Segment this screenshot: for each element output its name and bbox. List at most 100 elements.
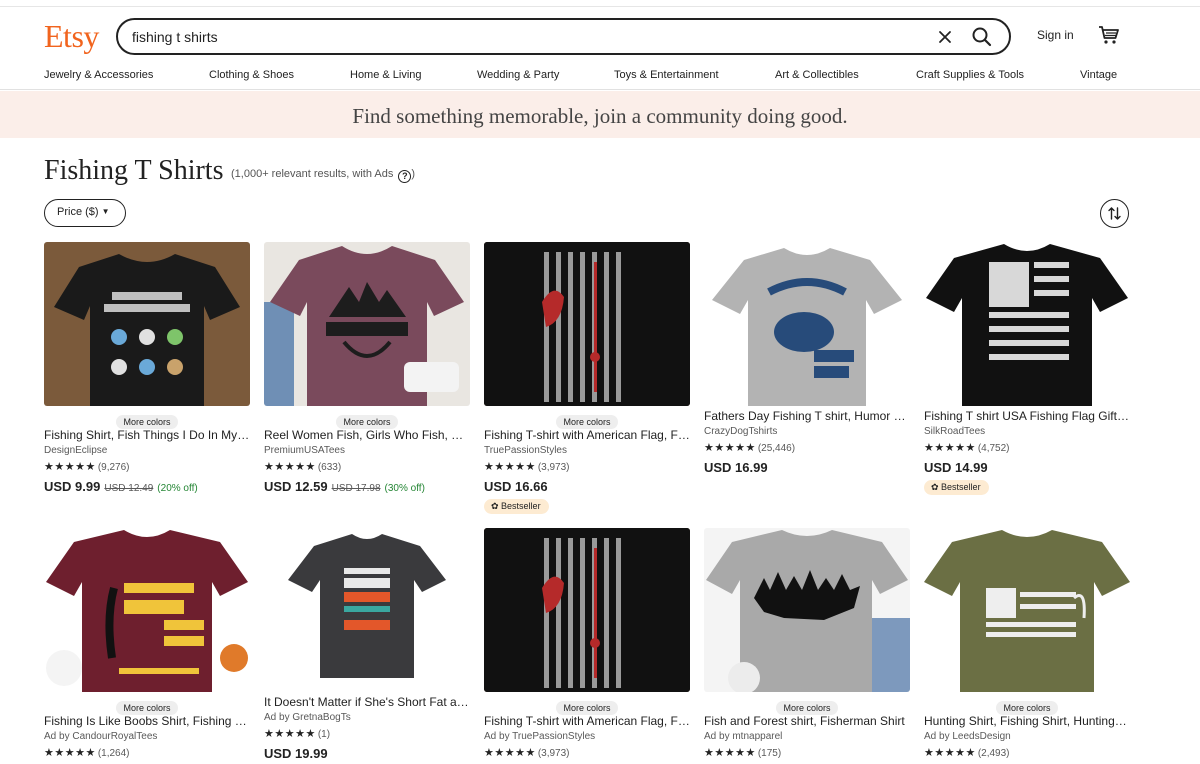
search-bar[interactable] [116, 18, 1011, 55]
rating: ★★★★★ (3,973) [484, 746, 570, 759]
banner-text: Find something memorable, join a communi… [352, 104, 848, 128]
tshirt-image [44, 528, 250, 692]
sort-button[interactable] [1100, 199, 1129, 228]
stars-icon: ★★★★★ [264, 728, 316, 740]
product-title[interactable]: Fishing T shirt USA Fishing Flag Gift fo… [924, 409, 1130, 423]
shop-name[interactable]: DesignEclipse [44, 445, 107, 456]
review-count: (9,276) [97, 462, 130, 473]
nav-clothing-shoes[interactable]: Clothing & Shoes [209, 69, 294, 81]
shop-name[interactable]: CrazyDogTshirts [704, 426, 777, 437]
shop-name[interactable]: TruePassionStyles [484, 445, 567, 456]
nav-home-living[interactable]: Home & Living [350, 69, 422, 81]
product-card[interactable]: More colors Fishing T-shirt with America… [484, 528, 690, 759]
rating: ★★★★★ (3,973) [484, 460, 570, 473]
product-image[interactable] [704, 242, 910, 406]
nav-art-collectibles[interactable]: Art & Collectibles [775, 69, 859, 81]
discount: (20% off) [157, 483, 198, 494]
product-title[interactable]: Reel Women Fish, Girls Who Fish, Fishing… [264, 428, 470, 442]
review-count: (1,264) [97, 748, 130, 759]
product-title[interactable]: Fishing Shirt, Fish Things I Do In My Sp… [44, 428, 250, 442]
product-card[interactable]: More colors Fishing Shirt, Fish Things I… [44, 242, 250, 494]
product-card[interactable]: Fathers Day Fishing T shirt, Humor Dumb … [704, 242, 910, 475]
nav-vintage[interactable]: Vintage [1080, 69, 1117, 81]
review-count: (3,973) [537, 748, 570, 759]
price-row: USD 9.99 USD 12.49 (20% off) [44, 479, 198, 494]
product-image[interactable] [924, 528, 1130, 692]
product-image[interactable] [924, 242, 1130, 406]
stars-icon: ★★★★★ [264, 461, 316, 473]
product-image[interactable] [44, 528, 250, 692]
more-colors-label: More colors [336, 415, 398, 429]
product-image[interactable] [484, 528, 690, 692]
product-image[interactable] [484, 242, 690, 406]
product-image[interactable] [44, 242, 250, 406]
discount: (30% off) [384, 483, 425, 494]
tshirt-image [704, 242, 910, 406]
product-card[interactable]: More colors Fish and Forest shirt, Fishe… [704, 528, 910, 759]
price: USD 9.99 [44, 479, 101, 494]
nav-toys-entertainment[interactable]: Toys & Entertainment [614, 69, 719, 81]
nav-jewelry-accessories[interactable]: Jewelry & Accessories [44, 69, 153, 81]
search-input[interactable] [132, 27, 912, 47]
product-card[interactable]: It Doesn't Matter if She's Short Fat all… [264, 528, 470, 761]
price: USD 16.99 [704, 460, 768, 475]
price-row: USD 12.59 USD 17.98 (30% off) [264, 479, 425, 494]
stars-icon: ★★★★★ [44, 747, 96, 759]
price-filter-button[interactable]: Price ($) ▼ [44, 199, 126, 227]
shop-name[interactable]: Ad by CandourRoyalTees [44, 731, 157, 742]
shop-name[interactable]: Ad by mtnapparel [704, 731, 782, 742]
nav-wedding-party[interactable]: Wedding & Party [477, 69, 559, 81]
rating: ★★★★★ (2,493) [924, 746, 1010, 759]
help-icon[interactable]: ? [398, 170, 412, 183]
product-card[interactable]: More colors Fishing Is Like Boobs Shirt,… [44, 528, 250, 759]
clear-icon[interactable] [934, 26, 956, 48]
rating: ★★★★★ (633) [264, 460, 341, 473]
shop-name[interactable]: PremiumUSATees [264, 445, 345, 456]
tshirt-image [264, 528, 470, 692]
product-title[interactable]: Fishing T-shirt with American Flag, Fish… [484, 714, 690, 728]
product-title[interactable]: It Doesn't Matter if She's Short Fat all… [264, 695, 470, 709]
stars-icon: ★★★★★ [44, 461, 96, 473]
review-count: (25,446) [757, 443, 796, 454]
product-card[interactable]: Fishing T shirt USA Fishing Flag Gift fo… [924, 242, 1130, 495]
etsy-logo[interactable]: Etsy [44, 18, 99, 55]
stars-icon: ★★★★★ [924, 747, 976, 759]
category-nav: Jewelry & Accessories Clothing & Shoes H… [0, 66, 1200, 90]
review-count: (633) [317, 462, 342, 473]
cart-icon[interactable] [1098, 24, 1120, 46]
product-title[interactable]: Fishing T-shirt with American Flag, Fish… [484, 428, 690, 442]
results-text: (1,000+ relevant results, with Ads [231, 168, 394, 180]
promo-banner: Find something memorable, join a communi… [0, 91, 1200, 138]
price-row: USD 19.99 [264, 746, 328, 761]
product-title[interactable]: Hunting Shirt, Fishing Shirt, Hunting an… [924, 714, 1130, 728]
product-image[interactable] [264, 528, 470, 692]
rating: ★★★★★ (1) [264, 727, 330, 740]
product-card[interactable]: More colors Hunting Shirt, Fishing Shirt… [924, 528, 1130, 759]
top-divider [0, 6, 1200, 7]
tshirt-image [924, 528, 1130, 692]
product-title[interactable]: Fathers Day Fishing T shirt, Humor Dumb … [704, 409, 910, 423]
nav-craft-supplies-tools[interactable]: Craft Supplies & Tools [916, 69, 1024, 81]
product-card[interactable]: More colors Fishing T-shirt with America… [484, 242, 690, 514]
stars-icon: ★★★★★ [484, 747, 536, 759]
price: USD 19.99 [264, 746, 328, 761]
bestseller-badge: ✿ Bestseller [484, 499, 549, 514]
search-icon[interactable] [970, 25, 994, 49]
page-title: Fishing T Shirts [44, 155, 224, 186]
product-image[interactable] [264, 242, 470, 406]
shop-name[interactable]: Ad by TruePassionStyles [484, 731, 595, 742]
stars-icon: ★★★★★ [484, 461, 536, 473]
price-row: USD 16.66 [484, 479, 548, 494]
shop-name[interactable]: Ad by GretnaBogTs [264, 712, 351, 723]
price: USD 16.66 [484, 479, 548, 494]
product-image[interactable] [704, 528, 910, 692]
shop-name[interactable]: SilkRoadTees [924, 426, 985, 437]
product-card[interactable]: More colors Reel Women Fish, Girls Who F… [264, 242, 470, 494]
more-colors-label: More colors [996, 701, 1058, 715]
product-title[interactable]: Fishing Is Like Boobs Shirt, Fishing Lov… [44, 714, 250, 728]
shop-name[interactable]: Ad by LeedsDesign [924, 731, 1011, 742]
more-colors-label: More colors [116, 415, 178, 429]
sign-in-link[interactable]: Sign in [1037, 28, 1074, 42]
more-colors-label: More colors [116, 701, 178, 715]
product-title[interactable]: Fish and Forest shirt, Fisherman Shirt [704, 714, 910, 728]
